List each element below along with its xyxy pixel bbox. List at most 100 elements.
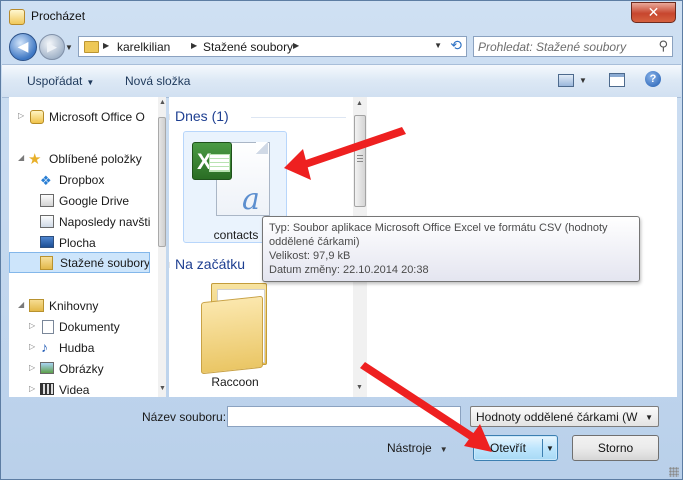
filename-input[interactable]: [227, 406, 461, 427]
dropbox-icon: ❖: [40, 173, 52, 188]
scroll-up-icon[interactable]: ▲: [159, 99, 166, 106]
view-options-chevron-icon[interactable]: ▼: [579, 76, 587, 85]
title-bar[interactable]: Procházet ✕: [1, 1, 682, 31]
sidebar-item-outlook[interactable]: ▷ Microsoft Office O: [9, 107, 150, 127]
sidebar-item-downloads[interactable]: Stažené soubory: [9, 252, 150, 273]
documents-icon: [42, 320, 54, 334]
breadcrumb-chevron-icon[interactable]: ▶: [103, 41, 109, 50]
recent-locations-chevron-icon[interactable]: ▼: [65, 43, 73, 52]
sidebar-item-favorites[interactable]: ◢ ★ Oblíbené položky: [9, 149, 150, 169]
folder-front: [201, 295, 263, 375]
file-item-raccoon[interactable]: Raccoon: [183, 277, 287, 389]
collapse-arrow-icon[interactable]: ◢: [18, 300, 24, 309]
cancel-button[interactable]: Storno: [572, 435, 659, 461]
window-title: Procházet: [31, 9, 86, 23]
group-header-today[interactable]: Dnes (1): [175, 108, 229, 124]
breadcrumb-chevron-icon[interactable]: ▶: [191, 41, 197, 50]
breadcrumb-item-downloads[interactable]: Stažené soubory: [203, 40, 293, 54]
organize-button[interactable]: Uspořádat ▼: [27, 74, 94, 88]
back-arrow-icon: ◀: [17, 38, 29, 54]
expand-arrow-icon[interactable]: ▷: [29, 342, 35, 351]
sidebar-item-label: Microsoft Office O: [49, 110, 145, 124]
preview-pane-icon[interactable]: [609, 73, 625, 87]
navigation-bar: ◀ ▶ ▼ ▶ karelkilian ▶ Stažené soubory ▶ …: [1, 31, 682, 63]
file-open-dialog: Procházet ✕ ◀ ▶ ▼ ▶ karelkilian ▶ Stažen…: [0, 0, 683, 480]
sidebar-item-dropbox[interactable]: ❖ Dropbox: [9, 170, 150, 190]
address-dropdown-icon[interactable]: ▼: [434, 41, 442, 50]
open-label: Otevřít: [490, 441, 527, 455]
group-divider: [251, 117, 346, 118]
desktop-icon: [40, 236, 54, 248]
sidebar-item-label: Stažené soubory: [60, 256, 150, 270]
breadcrumb-chevron-icon[interactable]: ▶: [293, 41, 299, 50]
star-icon: ★: [28, 151, 42, 168]
help-icon[interactable]: ?: [645, 71, 661, 87]
scroll-up-icon[interactable]: ▲: [356, 100, 363, 107]
outlook-icon: [30, 110, 44, 124]
scroll-down-icon[interactable]: ▼: [159, 385, 166, 392]
back-button[interactable]: ◀: [9, 33, 37, 61]
group-header-earlier[interactable]: Na začátku: [175, 256, 245, 272]
sidebar-item-desktop[interactable]: Plocha: [9, 233, 150, 253]
open-button[interactable]: Otevřít ▼: [473, 435, 558, 461]
change-view-icon[interactable]: [558, 74, 574, 87]
search-input[interactable]: [478, 39, 648, 54]
page-fold: [256, 142, 268, 154]
sidebar-item-google-drive[interactable]: Google Drive: [9, 191, 150, 211]
file-info-tooltip: Typ: Soubor aplikace Microsoft Office Ex…: [262, 216, 640, 282]
videos-icon: [40, 383, 54, 395]
sidebar-item-libraries[interactable]: ◢ Knihovny: [9, 296, 150, 316]
scroll-down-icon[interactable]: ▼: [356, 384, 363, 391]
sidebar-item-pictures[interactable]: ▷ Obrázky: [9, 359, 150, 379]
expand-arrow-icon[interactable]: ▷: [29, 384, 35, 393]
tooltip-date: Datum změny: 22.10.2014 20:38: [269, 264, 429, 276]
scrollbar-grip: [357, 155, 363, 163]
sidebar-item-recent-places[interactable]: Naposledy navšti: [9, 212, 150, 232]
chevron-down-icon: ▼: [439, 445, 448, 454]
command-bar: Uspořádat ▼ Nová složka ▼ ?: [2, 64, 681, 98]
tools-label: Nástroje: [387, 441, 432, 455]
sidebar-item-label: Naposledy navšti: [59, 215, 150, 229]
scrollbar-thumb[interactable]: [158, 117, 166, 247]
sidebar-item-label: Oblíbené položky: [49, 152, 142, 166]
resize-grip-icon[interactable]: [669, 467, 679, 477]
navigation-pane: ▷ Microsoft Office O ◢ ★ Oblíbené položk…: [9, 97, 166, 397]
tooltip-type: Typ: Soubor aplikace Microsoft Office Ex…: [269, 222, 608, 234]
collapse-arrow-icon[interactable]: ◢: [18, 153, 24, 162]
expand-arrow-icon[interactable]: ▷: [29, 321, 35, 330]
sidebar-item-label: Dokumenty: [59, 320, 120, 334]
expand-arrow-icon[interactable]: ▷: [18, 111, 24, 120]
forward-arrow-icon: ▶: [47, 39, 57, 54]
file-type-select[interactable]: Hodnoty oddělené čárkami (Wi ▼: [470, 406, 659, 427]
address-bar[interactable]: ▶ karelkilian ▶ Stažené soubory ▶ ▼ ⟲: [78, 36, 467, 57]
search-box[interactable]: ⚲: [473, 36, 673, 57]
navigation-scrollbar[interactable]: ▲ ▼: [158, 97, 166, 397]
sidebar-item-videos[interactable]: ▷ Videa: [9, 380, 150, 397]
sidebar-item-label: Google Drive: [59, 194, 130, 208]
sidebar-item-documents[interactable]: ▷ Dokumenty: [9, 317, 150, 337]
search-icon[interactable]: ⚲: [658, 38, 668, 54]
sidebar-item-music[interactable]: ▷ ♪ Hudba: [9, 338, 150, 358]
tooltip-type-continued: oddělené čárkami): [269, 236, 360, 248]
tools-button[interactable]: Nástroje ▼: [387, 441, 448, 455]
file-name: Raccoon: [211, 375, 259, 389]
google-drive-icon: [40, 194, 54, 207]
app-icon: [9, 9, 25, 25]
organize-label: Uspořádat: [27, 74, 83, 88]
folder-icon: [84, 41, 99, 53]
downloads-folder-icon: [40, 256, 53, 270]
chevron-down-icon: ▼: [86, 78, 95, 87]
chevron-down-icon: ▼: [645, 413, 653, 422]
sidebar-item-label: Plocha: [59, 236, 96, 250]
close-icon: ✕: [647, 4, 660, 20]
breadcrumb-item-user[interactable]: karelkilian: [117, 40, 170, 54]
open-options-chevron-icon[interactable]: ▼: [546, 444, 554, 453]
libraries-icon: [29, 299, 44, 312]
expand-arrow-icon[interactable]: ▷: [29, 363, 35, 372]
sidebar-item-label: Obrázky: [59, 362, 104, 376]
new-folder-button[interactable]: Nová složka: [125, 74, 190, 88]
close-button[interactable]: ✕: [631, 2, 676, 23]
forward-button[interactable]: ▶: [39, 34, 65, 60]
refresh-icon[interactable]: ⟲: [450, 37, 462, 54]
split-divider: [542, 439, 543, 457]
